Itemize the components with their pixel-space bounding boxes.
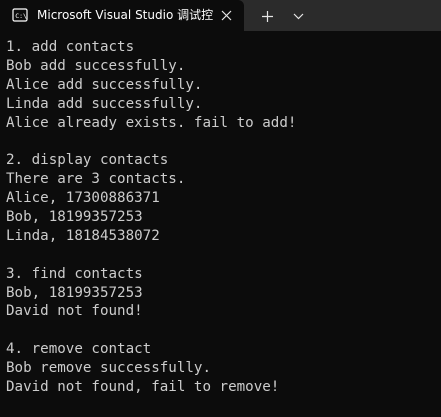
close-icon[interactable] [221,10,232,21]
console-line: Linda add successfully. [6,95,203,112]
console-line: David not found! [6,303,143,320]
svg-text:C:\: C:\ [15,12,27,20]
chevron-down-icon [293,13,303,19]
console-line: Alice add successfully. [6,76,203,93]
console-line: Alice, 17300886371 [6,190,160,207]
terminal-window: C:\ Microsoft Visual Studio 调试控 1. add c… [0,0,441,417]
console-output[interactable]: 1. add contacts Bob add successfully. Alic… [6,38,436,397]
console-line: Bob, 18199357253 [6,209,143,226]
console-line: Alice already exists. fail to add! [6,114,297,131]
console-line: Linda, 18184538072 [6,227,160,244]
console-line: 1. add contacts [6,39,135,55]
console-line: 2. display contacts [6,152,169,169]
console-line: There are 3 contacts. [6,171,186,188]
console-line: 3. find contacts [6,265,143,282]
console-line: Bob remove successfully. [6,360,211,377]
console-line: Bob add successfully. [6,57,186,74]
console-terminal-icon: C:\ [12,8,28,22]
plus-icon [261,10,273,22]
new-tab-button[interactable] [255,5,279,27]
tab-title: Microsoft Visual Studio 调试控 [37,8,213,22]
console-line: 4. remove contact [6,341,152,358]
console-line: Bob, 18199357253 [6,284,143,301]
console-line: David not found, fail to remove! [6,379,280,396]
tab-dropdown-button[interactable] [286,5,310,27]
terminal-tab[interactable]: C:\ Microsoft Visual Studio 调试控 [0,0,244,31]
title-bar: C:\ Microsoft Visual Studio 调试控 [0,0,441,31]
